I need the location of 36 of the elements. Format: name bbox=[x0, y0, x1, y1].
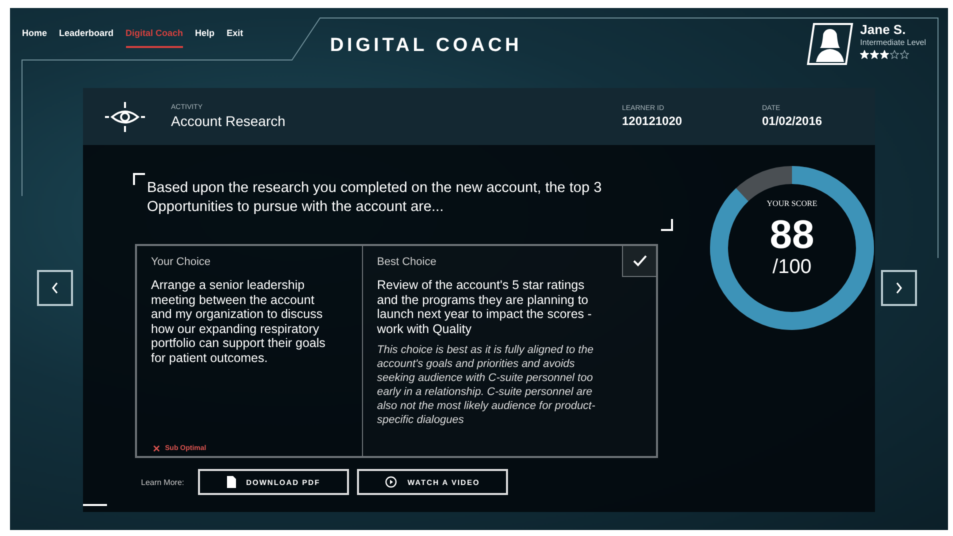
corner-bracket bbox=[133, 173, 145, 185]
choice-heading: Your Choice bbox=[151, 256, 212, 268]
choice-text: Review of the account's 5 star ratings and the programs they are planning to launch next year to impact the scores - work with Quality bbox=[377, 278, 593, 336]
nav-link[interactable]: Leaderboard bbox=[59, 28, 114, 44]
play-icon bbox=[385, 476, 398, 488]
corner-bracket bbox=[661, 219, 673, 231]
nav-link[interactable]: Home bbox=[22, 28, 48, 44]
learn-more-label: Learn More: bbox=[141, 478, 184, 486]
choice-text: Arrange a senior leadership meeting between the account and my organization to discuss how our expanding respiratory portfolio can support their goals for patient outcomes. bbox=[151, 278, 326, 365]
previous-button[interactable] bbox=[37, 270, 73, 306]
filled-star-icon bbox=[860, 50, 870, 59]
nav-link[interactable]: Help bbox=[195, 28, 215, 44]
choice-heading: Best Choice bbox=[377, 256, 438, 268]
eye-icon bbox=[105, 102, 145, 132]
next-button[interactable] bbox=[881, 270, 917, 306]
page-indicator bbox=[83, 504, 107, 506]
chevron-left-icon bbox=[50, 281, 60, 295]
date-value: 01/02/2016 bbox=[762, 114, 822, 128]
user-level: Intermediate Level bbox=[860, 38, 926, 47]
filled-star-icon bbox=[870, 50, 880, 59]
question-text: Based upon the research you completed on the new account, the top 3 Opportunities to pursue with the account are... bbox=[147, 179, 603, 217]
empty-star-icon bbox=[900, 50, 910, 59]
document-icon bbox=[227, 476, 236, 488]
score-total: /100 bbox=[772, 256, 812, 278]
activity-name: Account Research bbox=[171, 113, 286, 129]
avatar-icon bbox=[806, 22, 854, 66]
app-title: DIGITAL COACH bbox=[330, 35, 522, 57]
explanation-text: This choice is best as it is fully aligned to the account's goals and priorities and avoids seeking audience with C-suite personnel too early in a relationship. C-suite personnel are also not the most likely audience for product-specific dialogues bbox=[377, 343, 596, 427]
filled-star-icon bbox=[880, 50, 890, 59]
user-name: Jane S. bbox=[860, 22, 907, 37]
score-label: YOUR SCORE bbox=[766, 198, 818, 208]
score-value: 88 bbox=[770, 214, 814, 256]
cross-icon bbox=[153, 445, 160, 452]
learner-id: 120121020 bbox=[622, 114, 684, 128]
nav-link[interactable]: Exit bbox=[226, 28, 244, 44]
chevron-right-icon bbox=[894, 281, 904, 295]
